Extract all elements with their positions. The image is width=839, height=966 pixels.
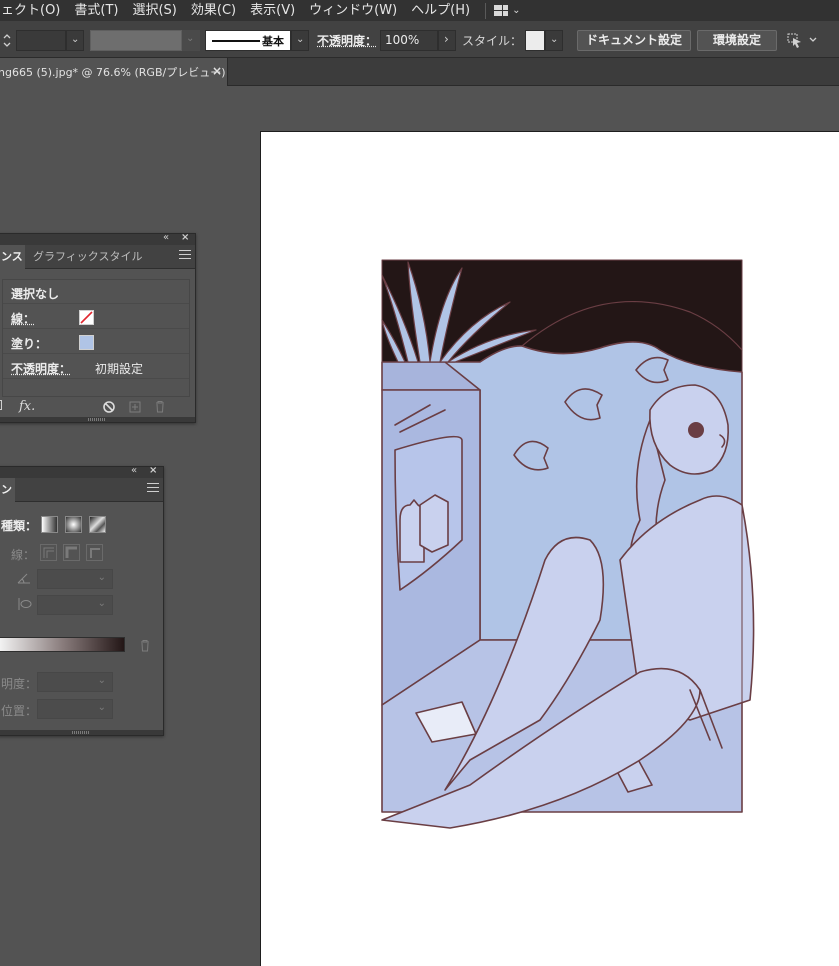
linear-gradient-button[interactable] [41,516,58,533]
freeform-gradient-button[interactable] [89,516,106,533]
chevron-down-icon: ⌄ [97,702,106,713]
gradient-stroke-label: 線： [11,548,36,562]
angle-dropdown[interactable]: ⌄ [37,569,113,589]
gradient-opacity-label: 明度： [1,677,38,691]
panel-title-bar[interactable]: « × [0,232,195,245]
tab-graphic-styles[interactable]: グラフィックスタイル [33,245,142,269]
opacity-label[interactable]: 不透明度： [11,360,71,377]
panel-title-bar[interactable]: « × [0,465,163,478]
appearance-opacity-row[interactable]: 不透明度： 初期設定 [3,355,189,379]
appearance-panel: « × ンス グラフィックスタイル 選択なし 線： 塗り： 不透明度： 初期設定… [0,232,196,423]
gradient-type-label: 種類： [1,519,38,533]
selection-label: 選択なし [11,287,60,301]
appearance-fill-row[interactable]: 塗り： [3,330,189,354]
none-slash-icon [80,311,93,324]
stroke-gradient-along-button[interactable] [63,544,80,561]
panel-resize-gripper[interactable] [0,417,195,422]
gradient-panel: « × ン 種類： 線： ⌄ ⌄ 明度： ⌄ 位置： ⌄ [0,465,164,736]
carton [419,494,449,553]
add-new-stroke-icon[interactable] [0,400,2,410]
panel-menu-icon[interactable] [179,250,191,260]
opacity-value: 初期設定 [95,362,144,376]
eye [688,422,704,438]
appearance-panel-tabs: ンス グラフィックスタイル [0,245,195,269]
stroke-label[interactable]: 線： [11,310,35,327]
collapse-icon[interactable]: « [163,232,169,243]
panel-menu-icon[interactable] [147,483,159,493]
clear-appearance-icon[interactable] [103,401,115,413]
tab-gradient[interactable]: ン [0,478,15,502]
fill-label: 塗り： [11,337,48,351]
gradient-panel-tabs: ン [0,478,163,502]
fill-swatch[interactable] [79,335,94,350]
tab-appearance[interactable]: ンス [0,245,25,269]
panel-resize-gripper[interactable] [0,730,163,735]
stroke-none-swatch[interactable] [79,310,94,325]
fx-icon[interactable]: fx. [19,399,35,414]
chevron-down-icon: ⌄ [97,572,106,583]
gradient-slider[interactable] [0,637,125,652]
chevron-down-icon: ⌄ [97,675,106,686]
duplicate-item-icon[interactable] [129,401,141,413]
gradient-opacity-dropdown[interactable]: ⌄ [37,672,113,692]
trash-icon[interactable] [154,400,166,413]
appearance-stroke-row[interactable]: 線： [3,305,189,329]
close-icon[interactable]: × [149,465,157,476]
appearance-footer: fx. [0,398,195,418]
gradient-location-dropdown[interactable]: ⌄ [37,699,113,719]
aspect-ratio-dropdown[interactable]: ⌄ [37,595,113,615]
appearance-selection-row[interactable]: 選択なし [3,280,189,304]
chevron-down-icon: ⌄ [97,598,106,609]
gradient-location-label: 位置： [1,704,38,718]
radial-gradient-button[interactable] [65,516,82,533]
collapse-icon[interactable]: « [131,465,137,476]
stroke-gradient-within-button[interactable] [40,544,57,561]
aspect-ratio-icon [18,598,32,610]
appearance-list: 選択なし 線： 塗り： 不透明度： 初期設定 [2,279,190,397]
close-icon[interactable]: × [181,232,189,243]
angle-icon [17,573,30,584]
trash-icon[interactable] [139,639,151,652]
stroke-gradient-across-button[interactable] [86,544,103,561]
